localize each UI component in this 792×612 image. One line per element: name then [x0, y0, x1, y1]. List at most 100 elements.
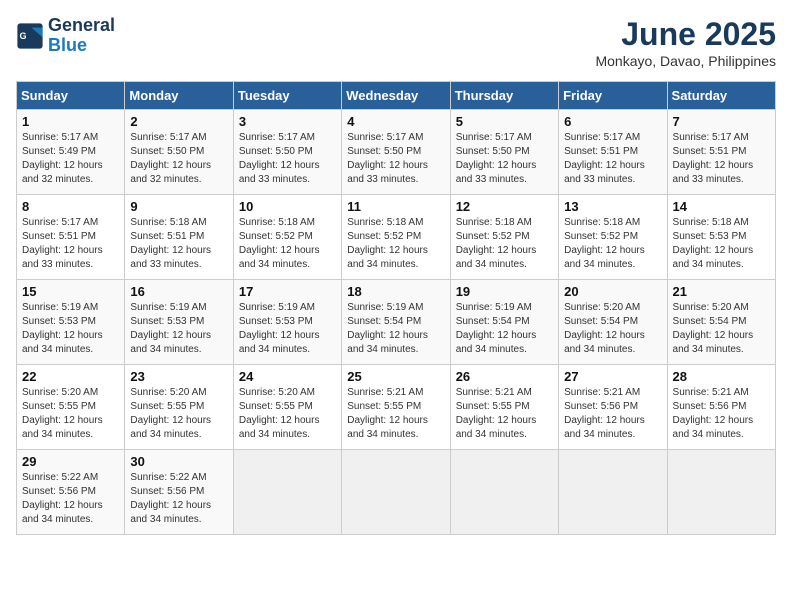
calendar-cell	[450, 450, 558, 535]
day-info: Sunrise: 5:21 AMSunset: 5:55 PMDaylight:…	[347, 387, 428, 440]
calendar-cell: 9 Sunrise: 5:18 AMSunset: 5:51 PMDayligh…	[125, 195, 233, 280]
calendar-cell: 12 Sunrise: 5:18 AMSunset: 5:52 PMDaylig…	[450, 195, 558, 280]
day-number: 27	[564, 369, 661, 384]
calendar-cell: 27 Sunrise: 5:21 AMSunset: 5:56 PMDaylig…	[559, 365, 667, 450]
logo-text: General Blue	[48, 16, 115, 56]
calendar-cell: 23 Sunrise: 5:20 AMSunset: 5:55 PMDaylig…	[125, 365, 233, 450]
header: G General Blue June 2025 Monkayo, Davao,…	[16, 16, 776, 69]
calendar-cell: 21 Sunrise: 5:20 AMSunset: 5:54 PMDaylig…	[667, 280, 775, 365]
column-header-friday: Friday	[559, 82, 667, 110]
day-number: 3	[239, 114, 336, 129]
day-info: Sunrise: 5:17 AMSunset: 5:50 PMDaylight:…	[130, 132, 211, 185]
column-header-sunday: Sunday	[17, 82, 125, 110]
day-number: 13	[564, 199, 661, 214]
day-info: Sunrise: 5:20 AMSunset: 5:54 PMDaylight:…	[564, 302, 645, 355]
calendar-cell: 30 Sunrise: 5:22 AMSunset: 5:56 PMDaylig…	[125, 450, 233, 535]
calendar-week-1: 1 Sunrise: 5:17 AMSunset: 5:49 PMDayligh…	[17, 110, 776, 195]
day-info: Sunrise: 5:19 AMSunset: 5:54 PMDaylight:…	[456, 302, 537, 355]
calendar-cell: 16 Sunrise: 5:19 AMSunset: 5:53 PMDaylig…	[125, 280, 233, 365]
calendar-cell: 22 Sunrise: 5:20 AMSunset: 5:55 PMDaylig…	[17, 365, 125, 450]
day-info: Sunrise: 5:19 AMSunset: 5:53 PMDaylight:…	[239, 302, 320, 355]
calendar-cell: 15 Sunrise: 5:19 AMSunset: 5:53 PMDaylig…	[17, 280, 125, 365]
column-header-thursday: Thursday	[450, 82, 558, 110]
day-info: Sunrise: 5:17 AMSunset: 5:50 PMDaylight:…	[239, 132, 320, 185]
day-info: Sunrise: 5:17 AMSunset: 5:51 PMDaylight:…	[564, 132, 645, 185]
day-number: 22	[22, 369, 119, 384]
day-info: Sunrise: 5:17 AMSunset: 5:49 PMDaylight:…	[22, 132, 103, 185]
day-info: Sunrise: 5:22 AMSunset: 5:56 PMDaylight:…	[130, 472, 211, 525]
calendar-week-2: 8 Sunrise: 5:17 AMSunset: 5:51 PMDayligh…	[17, 195, 776, 280]
calendar-cell: 24 Sunrise: 5:20 AMSunset: 5:55 PMDaylig…	[233, 365, 341, 450]
calendar-cell: 29 Sunrise: 5:22 AMSunset: 5:56 PMDaylig…	[17, 450, 125, 535]
day-number: 19	[456, 284, 553, 299]
day-number: 30	[130, 454, 227, 469]
title-area: June 2025 Monkayo, Davao, Philippines	[595, 16, 776, 69]
day-info: Sunrise: 5:18 AMSunset: 5:52 PMDaylight:…	[239, 217, 320, 270]
day-number: 24	[239, 369, 336, 384]
calendar-cell: 25 Sunrise: 5:21 AMSunset: 5:55 PMDaylig…	[342, 365, 450, 450]
logo-icon: G	[16, 22, 44, 50]
day-info: Sunrise: 5:17 AMSunset: 5:51 PMDaylight:…	[22, 217, 103, 270]
calendar-cell: 6 Sunrise: 5:17 AMSunset: 5:51 PMDayligh…	[559, 110, 667, 195]
calendar-cell: 18 Sunrise: 5:19 AMSunset: 5:54 PMDaylig…	[342, 280, 450, 365]
day-number: 15	[22, 284, 119, 299]
day-info: Sunrise: 5:19 AMSunset: 5:53 PMDaylight:…	[22, 302, 103, 355]
column-header-saturday: Saturday	[667, 82, 775, 110]
day-number: 8	[22, 199, 119, 214]
day-number: 5	[456, 114, 553, 129]
calendar-cell: 13 Sunrise: 5:18 AMSunset: 5:52 PMDaylig…	[559, 195, 667, 280]
day-number: 2	[130, 114, 227, 129]
day-info: Sunrise: 5:18 AMSunset: 5:53 PMDaylight:…	[673, 217, 754, 270]
day-info: Sunrise: 5:18 AMSunset: 5:52 PMDaylight:…	[456, 217, 537, 270]
logo-line2: Blue	[48, 35, 87, 55]
calendar-cell	[667, 450, 775, 535]
calendar-week-3: 15 Sunrise: 5:19 AMSunset: 5:53 PMDaylig…	[17, 280, 776, 365]
day-info: Sunrise: 5:17 AMSunset: 5:50 PMDaylight:…	[456, 132, 537, 185]
day-info: Sunrise: 5:18 AMSunset: 5:51 PMDaylight:…	[130, 217, 211, 270]
calendar-cell	[233, 450, 341, 535]
day-info: Sunrise: 5:20 AMSunset: 5:55 PMDaylight:…	[239, 387, 320, 440]
day-number: 17	[239, 284, 336, 299]
day-number: 21	[673, 284, 770, 299]
day-number: 20	[564, 284, 661, 299]
day-info: Sunrise: 5:21 AMSunset: 5:56 PMDaylight:…	[673, 387, 754, 440]
day-number: 28	[673, 369, 770, 384]
calendar-cell: 1 Sunrise: 5:17 AMSunset: 5:49 PMDayligh…	[17, 110, 125, 195]
column-header-monday: Monday	[125, 82, 233, 110]
day-info: Sunrise: 5:20 AMSunset: 5:55 PMDaylight:…	[130, 387, 211, 440]
calendar-cell: 4 Sunrise: 5:17 AMSunset: 5:50 PMDayligh…	[342, 110, 450, 195]
day-info: Sunrise: 5:20 AMSunset: 5:55 PMDaylight:…	[22, 387, 103, 440]
day-number: 25	[347, 369, 444, 384]
calendar-cell	[342, 450, 450, 535]
day-info: Sunrise: 5:20 AMSunset: 5:54 PMDaylight:…	[673, 302, 754, 355]
calendar-cell: 10 Sunrise: 5:18 AMSunset: 5:52 PMDaylig…	[233, 195, 341, 280]
subtitle: Monkayo, Davao, Philippines	[595, 53, 776, 69]
calendar-cell: 20 Sunrise: 5:20 AMSunset: 5:54 PMDaylig…	[559, 280, 667, 365]
calendar-cell: 19 Sunrise: 5:19 AMSunset: 5:54 PMDaylig…	[450, 280, 558, 365]
calendar: SundayMondayTuesdayWednesdayThursdayFrid…	[16, 81, 776, 535]
day-number: 14	[673, 199, 770, 214]
calendar-cell: 5 Sunrise: 5:17 AMSunset: 5:50 PMDayligh…	[450, 110, 558, 195]
calendar-week-4: 22 Sunrise: 5:20 AMSunset: 5:55 PMDaylig…	[17, 365, 776, 450]
day-info: Sunrise: 5:22 AMSunset: 5:56 PMDaylight:…	[22, 472, 103, 525]
calendar-cell: 2 Sunrise: 5:17 AMSunset: 5:50 PMDayligh…	[125, 110, 233, 195]
logo-line1: General	[48, 16, 115, 36]
main-title: June 2025	[595, 16, 776, 53]
day-info: Sunrise: 5:18 AMSunset: 5:52 PMDaylight:…	[347, 217, 428, 270]
calendar-cell: 17 Sunrise: 5:19 AMSunset: 5:53 PMDaylig…	[233, 280, 341, 365]
column-header-tuesday: Tuesday	[233, 82, 341, 110]
day-number: 1	[22, 114, 119, 129]
calendar-cell: 7 Sunrise: 5:17 AMSunset: 5:51 PMDayligh…	[667, 110, 775, 195]
day-number: 10	[239, 199, 336, 214]
calendar-cell: 26 Sunrise: 5:21 AMSunset: 5:55 PMDaylig…	[450, 365, 558, 450]
logo: G General Blue	[16, 16, 115, 56]
day-number: 16	[130, 284, 227, 299]
calendar-cell: 28 Sunrise: 5:21 AMSunset: 5:56 PMDaylig…	[667, 365, 775, 450]
calendar-cell: 8 Sunrise: 5:17 AMSunset: 5:51 PMDayligh…	[17, 195, 125, 280]
day-number: 11	[347, 199, 444, 214]
day-number: 9	[130, 199, 227, 214]
calendar-cell	[559, 450, 667, 535]
day-number: 26	[456, 369, 553, 384]
column-header-wednesday: Wednesday	[342, 82, 450, 110]
calendar-cell: 14 Sunrise: 5:18 AMSunset: 5:53 PMDaylig…	[667, 195, 775, 280]
